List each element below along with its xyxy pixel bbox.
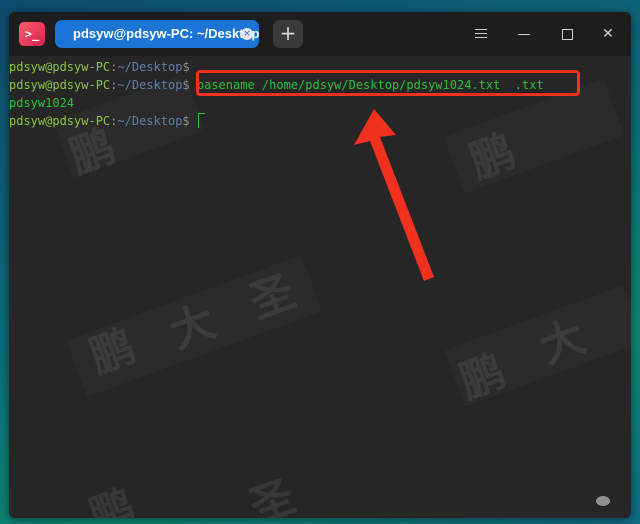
- tab-title: pdsyw@pdsyw-PC: ~/Desktop: [73, 26, 260, 41]
- command-highlight-box: [196, 70, 580, 96]
- watermark-char: 圣: [243, 470, 302, 518]
- command-output: pdsyw1024: [9, 96, 75, 110]
- menu-icon[interactable]: [471, 24, 491, 44]
- terminal-line: pdsyw@pdsyw-PC:~/Desktop$: [9, 112, 205, 130]
- watermark-logo-icon: [596, 496, 610, 506]
- minimize-icon[interactable]: [514, 24, 534, 44]
- terminal-line: pdsyw@pdsyw-PC:~/Desktop$: [9, 60, 190, 74]
- tab-close-icon[interactable]: ×: [241, 28, 253, 40]
- maximize-icon[interactable]: [557, 24, 577, 44]
- title-bar: >_ pdsyw@pdsyw-PC: ~/Desktop × + ✕: [9, 12, 631, 56]
- annotation-arrow-icon: [354, 109, 434, 281]
- new-tab-button[interactable]: +: [273, 20, 303, 48]
- tab-desktop[interactable]: pdsyw@pdsyw-PC: ~/Desktop ×: [55, 20, 259, 48]
- watermark-char: 鹏: [83, 480, 142, 518]
- terminal-output[interactable]: 鹏 鹏 鹏 大 圣 鹏 大 鹏 圣 pdsyw@pdsyw-PC:~/Deskt…: [9, 56, 631, 518]
- terminal-app-icon: >_: [19, 22, 45, 46]
- close-icon[interactable]: ✕: [598, 24, 618, 44]
- text-cursor: [197, 113, 205, 128]
